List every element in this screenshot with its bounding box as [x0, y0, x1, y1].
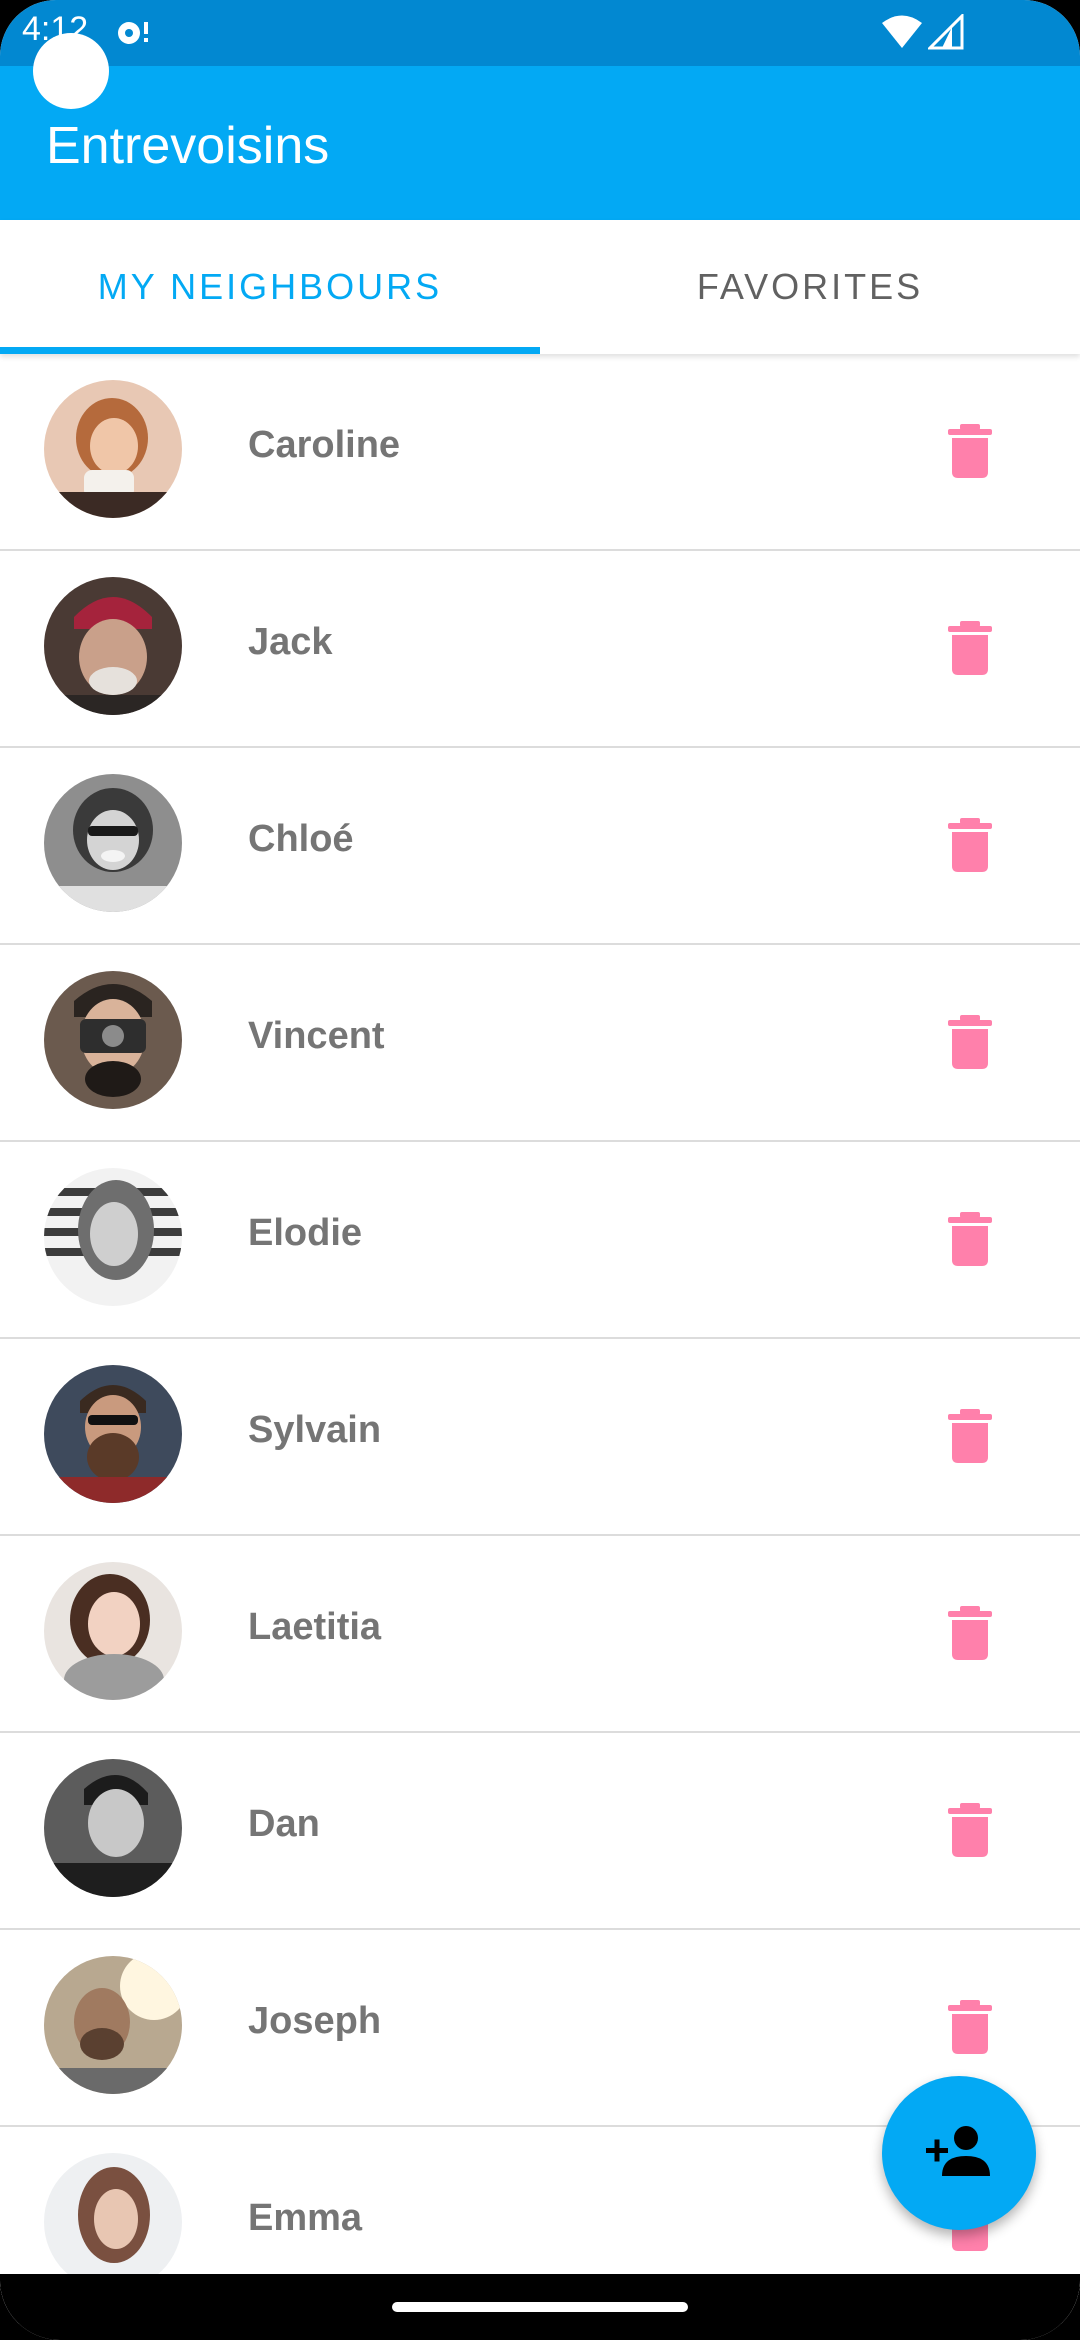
list-item[interactable]: Caroline: [0, 354, 1080, 551]
tab-favorites-label: FAVORITES: [696, 266, 924, 307]
list-item[interactable]: Elodie: [0, 1142, 1080, 1339]
trash-icon[interactable]: [946, 1998, 994, 2054]
avatar-image: [44, 774, 182, 912]
trash-icon[interactable]: [946, 422, 994, 478]
neighbour-name: Emma: [248, 2197, 363, 2239]
trash-icon[interactable]: [946, 1407, 994, 1463]
avatar[interactable]: [44, 1562, 182, 1700]
avatar[interactable]: [44, 971, 182, 1109]
trash-icon[interactable]: [946, 1801, 994, 1857]
neighbour-name: Joseph: [248, 2000, 382, 2042]
person-add-icon: [926, 2126, 990, 2176]
neighbour-name: Sylvain: [248, 1409, 382, 1451]
avatar[interactable]: [44, 774, 182, 912]
avatar-image: [44, 1956, 182, 2094]
list-item[interactable]: Sylvain: [0, 1339, 1080, 1536]
avatar-image: [44, 2153, 182, 2291]
avatar-image: [44, 1168, 182, 1306]
tab-favorites[interactable]: FAVORITES: [540, 220, 1080, 354]
list-item[interactable]: Laetitia: [0, 1536, 1080, 1733]
notification-icon: [118, 22, 148, 44]
neighbour-name: Dan: [248, 1803, 320, 1845]
list-item[interactable]: Dan: [0, 1733, 1080, 1930]
avatar-image: [44, 1365, 182, 1503]
trash-icon[interactable]: [946, 1013, 994, 1069]
wifi-icon: [882, 15, 922, 48]
list-item[interactable]: Chloé: [0, 748, 1080, 945]
add-neighbour-button[interactable]: [882, 2076, 1036, 2230]
avatar-image: [44, 380, 182, 518]
tab-indicator: [0, 347, 540, 354]
avatar[interactable]: [44, 380, 182, 518]
tab-my-neighbours[interactable]: MY NEIGHBOURS: [0, 220, 540, 354]
trash-icon[interactable]: [946, 816, 994, 872]
camera-cutout: [33, 33, 109, 109]
avatar[interactable]: [44, 1956, 182, 2094]
navigation-bar: [0, 2274, 1080, 2340]
list-item[interactable]: Jack: [0, 551, 1080, 748]
neighbour-list[interactable]: Caroline Jack Chloé Vincent Elodie Sylva…: [0, 354, 1080, 2324]
avatar-image: [44, 1759, 182, 1897]
signal-icon: [928, 14, 964, 50]
status-bar: 4:12: [0, 0, 1080, 66]
avatar[interactable]: [44, 1365, 182, 1503]
neighbour-name: Jack: [248, 621, 333, 663]
neighbour-name: Laetitia: [248, 1606, 382, 1648]
avatar[interactable]: [44, 577, 182, 715]
avatar[interactable]: [44, 1168, 182, 1306]
neighbour-name: Chloé: [248, 818, 354, 860]
trash-icon[interactable]: [946, 1604, 994, 1660]
avatar[interactable]: [44, 1759, 182, 1897]
list-item[interactable]: Vincent: [0, 945, 1080, 1142]
app-bar: Entrevoisins: [0, 66, 1080, 220]
trash-icon[interactable]: [946, 1210, 994, 1266]
avatar[interactable]: [44, 2153, 182, 2291]
avatar-image: [44, 577, 182, 715]
tab-bar: MY NEIGHBOURS FAVORITES: [0, 220, 1080, 354]
avatar-image: [44, 971, 182, 1109]
neighbour-name: Vincent: [248, 1015, 385, 1057]
tab-my-neighbours-label: MY NEIGHBOURS: [97, 266, 443, 307]
home-indicator[interactable]: [392, 2302, 688, 2312]
trash-icon[interactable]: [946, 619, 994, 675]
avatar-image: [44, 1562, 182, 1700]
phone-screen: 4:12 Entrevoisins MY NEIGHBOURS FAVORITE…: [0, 0, 1080, 2340]
app-title: Entrevoisins: [46, 117, 330, 175]
neighbour-name: Caroline: [248, 424, 401, 466]
neighbour-name: Elodie: [248, 1212, 363, 1254]
